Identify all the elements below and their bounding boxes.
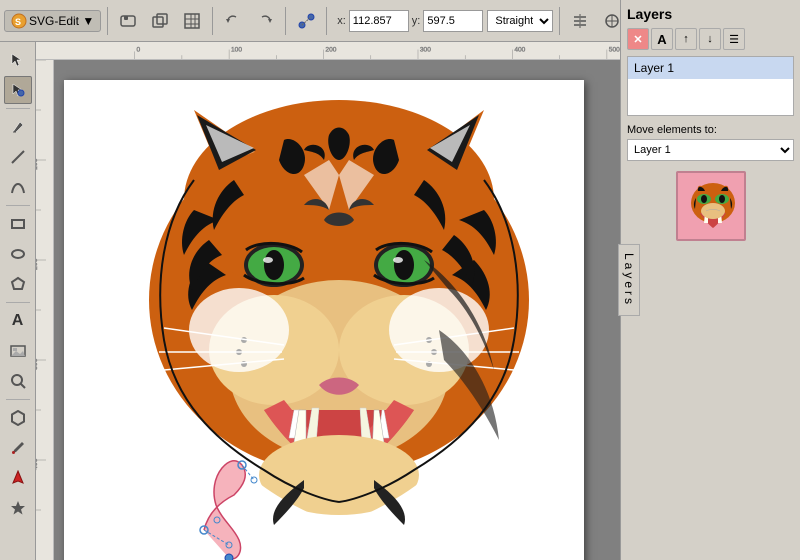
tool-ellipse[interactable] <box>4 240 32 268</box>
layers-toolbar: ✕ A ↑ ↓ ☰ <box>627 28 794 50</box>
tool-eyedropper[interactable] <box>4 434 32 462</box>
svg-text:300: 300 <box>36 358 39 370</box>
bezier-icon <box>10 179 26 195</box>
svg-text:200: 200 <box>36 258 39 270</box>
toolbar-separator-5 <box>559 7 560 35</box>
svg-text:400: 400 <box>514 46 525 53</box>
tool-line[interactable] <box>4 143 32 171</box>
tool-rect[interactable] <box>4 210 32 238</box>
layers-side-tab[interactable]: Layers <box>618 244 640 316</box>
undo-icon <box>224 12 242 30</box>
svg-text:100: 100 <box>36 158 39 170</box>
layer-thumbnail <box>676 171 746 241</box>
clone-icon <box>151 12 169 30</box>
ruler-left: 100 200 300 400 <box>36 60 54 560</box>
node-icon <box>297 12 315 30</box>
tool-image[interactable] <box>4 337 32 365</box>
app-logo[interactable]: S SVG-Edit ▼ <box>4 10 101 32</box>
coordinates-box: x: y: <box>337 10 483 32</box>
thumbnail-svg <box>678 173 746 241</box>
tool-star[interactable] <box>4 494 32 522</box>
y-input[interactable] <box>423 10 483 32</box>
layer-item[interactable]: Layer 1 <box>628 57 793 79</box>
node-edit-icon <box>10 82 26 98</box>
undo-group-icon <box>119 12 137 30</box>
tool-separator-2 <box>6 205 30 206</box>
app-title: SVG-Edit ▼ <box>29 14 94 28</box>
undo-group-button[interactable] <box>114 7 142 35</box>
svg-text:S: S <box>15 17 21 27</box>
tool-hexagon[interactable] <box>4 404 32 432</box>
tool-text[interactable]: A <box>4 307 32 335</box>
clone-button[interactable] <box>146 7 174 35</box>
layers-panel-title: Layers <box>627 6 794 22</box>
tool-node[interactable] <box>4 76 32 104</box>
eyedropper-icon <box>10 440 26 456</box>
grid-icon <box>183 12 201 30</box>
redo-icon <box>256 12 274 30</box>
align-button[interactable] <box>566 7 594 35</box>
toolbar-separator-1 <box>107 7 108 35</box>
move-elements-label: Move elements to: <box>627 124 794 136</box>
move-elements-select[interactable]: Layer 1 <box>627 139 794 161</box>
svg-text:400: 400 <box>36 458 39 470</box>
fill-color-icon <box>10 470 26 486</box>
tool-bezier[interactable] <box>4 173 32 201</box>
hexagon-icon <box>10 410 26 426</box>
tool-select[interactable] <box>4 46 32 74</box>
star-icon <box>10 500 26 516</box>
layer-list: Layer 1 <box>627 56 794 116</box>
thumbnail-area <box>627 171 794 241</box>
tool-zoom[interactable] <box>4 367 32 395</box>
tool-separator-1 <box>6 108 30 109</box>
x-label: x: <box>337 15 346 27</box>
segment-select[interactable]: StraightCurveArc <box>487 10 553 32</box>
x-input[interactable] <box>349 10 409 32</box>
layer-new-button[interactable]: ✕ <box>627 28 649 50</box>
layer-move-up-button[interactable]: ↑ <box>675 28 697 50</box>
node-tool-btn[interactable] <box>292 7 320 35</box>
svg-text:100: 100 <box>231 46 242 53</box>
polygon-icon <box>10 276 26 292</box>
svg-text:500: 500 <box>609 46 620 53</box>
layer-rename-button[interactable]: A <box>651 28 673 50</box>
grid-button[interactable] <box>178 7 206 35</box>
tiger-svg <box>64 80 584 560</box>
svg-text:300: 300 <box>420 46 431 53</box>
svg-document[interactable] <box>64 80 584 560</box>
right-panel: Layers ✕ A ↑ ↓ ☰ Layer 1 Move elements t… <box>620 0 800 560</box>
y-label: y: <box>412 15 421 27</box>
image-icon <box>10 343 26 359</box>
toolbar-separator-2 <box>212 7 213 35</box>
tool-separator-4 <box>6 399 30 400</box>
svg-text:200: 200 <box>325 46 336 53</box>
select-icon <box>10 52 26 68</box>
toolbar-separator-4 <box>326 7 327 35</box>
line-icon <box>10 149 26 165</box>
pencil-icon <box>10 119 26 135</box>
tool-pencil[interactable] <box>4 113 32 141</box>
layer-move-down-button[interactable]: ↓ <box>699 28 721 50</box>
layer-menu-button[interactable]: ☰ <box>723 28 745 50</box>
zoom-icon <box>10 373 26 389</box>
toolbox: A <box>0 42 36 560</box>
align-icon <box>571 12 589 30</box>
layer-name: Layer 1 <box>634 61 674 75</box>
svg-text:0: 0 <box>137 46 141 53</box>
tool-polygon[interactable] <box>4 270 32 298</box>
redo-button[interactable] <box>251 7 279 35</box>
svg-edit-icon: S <box>11 13 27 29</box>
undo-button[interactable] <box>219 7 247 35</box>
tool-separator-3 <box>6 302 30 303</box>
tool-fill[interactable] <box>4 464 32 492</box>
toolbar-separator-3 <box>285 7 286 35</box>
transform-icon <box>603 12 621 30</box>
text-tool-label: A <box>12 312 24 330</box>
layers-panel: Layers ✕ A ↑ ↓ ☰ Layer 1 Move elements t… <box>621 0 800 247</box>
ellipse-icon <box>10 246 26 262</box>
rect-icon <box>10 216 26 232</box>
